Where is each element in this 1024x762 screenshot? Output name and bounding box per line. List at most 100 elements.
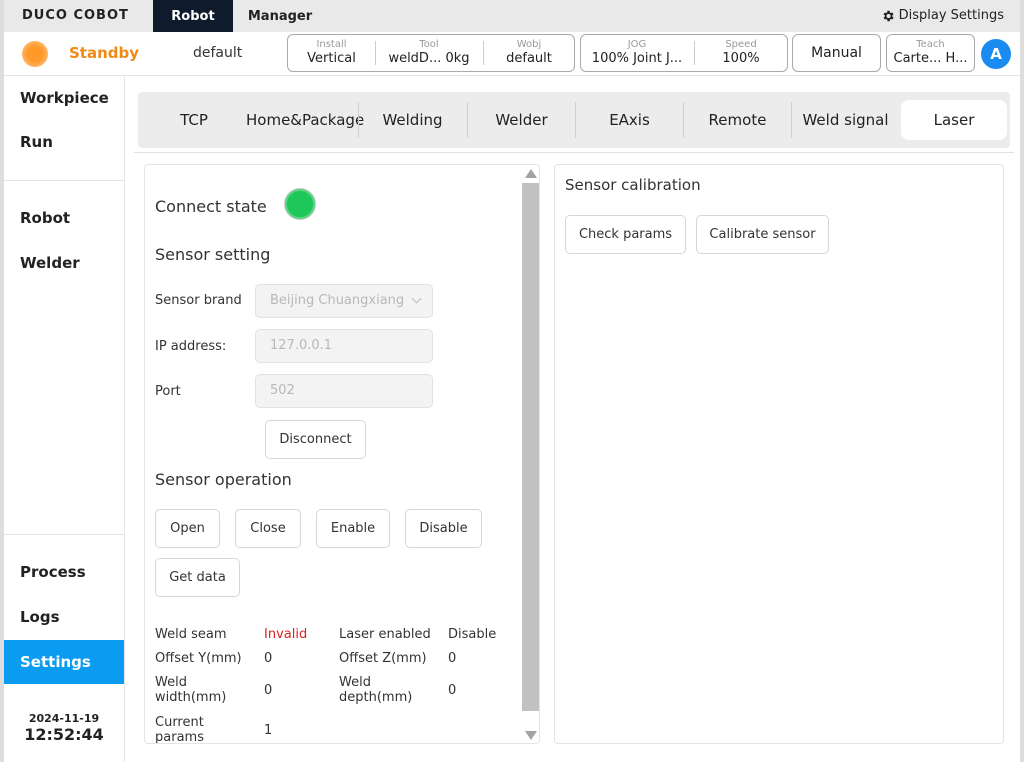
calibrate-sensor-button[interactable]: Calibrate sensor: [696, 215, 829, 254]
sidebar-item-workpiece[interactable]: Workpiece: [4, 76, 124, 120]
connect-state-indicator: [285, 189, 315, 219]
teach-cell: Teach Carte... H...: [887, 35, 974, 71]
tool-weight: 0kg: [445, 51, 470, 66]
sidebar-item-welder[interactable]: Welder: [4, 241, 124, 285]
weld-depth-label: Weld depth(mm): [339, 675, 413, 705]
mode-button[interactable]: Manual: [792, 34, 881, 72]
weld-width-label: Weld width(mm): [155, 675, 227, 705]
weld-width-value: 0: [264, 683, 273, 698]
sidebar-divider: [4, 534, 124, 535]
jog-caption: JOG: [627, 39, 647, 50]
teach-caption: Teach: [916, 39, 945, 50]
install-caption: Install: [316, 39, 347, 50]
chevron-down-icon: [411, 293, 422, 304]
speed-cell: Speed 100%: [695, 35, 787, 71]
sidebar-divider: [4, 180, 124, 181]
user-avatar[interactable]: A: [981, 39, 1011, 69]
tab-remote[interactable]: Remote: [684, 100, 791, 140]
enable-button[interactable]: Enable: [316, 509, 390, 548]
laser-enabled-label: Laser enabled: [339, 627, 431, 642]
status-bar: Standby default Install Vertical Tool we…: [4, 32, 1020, 76]
tool-value: weldD... 0kg: [376, 51, 482, 66]
offset-z-label: Offset Z(mm): [339, 651, 427, 666]
sensor-operation-title: Sensor operation: [155, 470, 292, 489]
port-input[interactable]: 502: [255, 374, 433, 408]
laser-settings-panel: Connect state Sensor setting Sensor bran…: [144, 164, 540, 744]
close-button[interactable]: Close: [235, 509, 301, 548]
offset-z-value: 0: [448, 651, 457, 666]
ip-address-input[interactable]: 127.0.0.1: [255, 329, 433, 363]
tab-welding[interactable]: Welding: [359, 100, 466, 140]
clock-time: 12:52:44: [24, 725, 104, 744]
clock: 2024-11-19 12:52:44: [4, 712, 124, 744]
settings-tabs: TCP Home&Package Welding Welder EAxis Re…: [138, 92, 1010, 148]
tool-cell: Tool weldD... 0kg: [376, 35, 482, 71]
sidebar: Workpiece Run Robot Welder Process Logs …: [4, 76, 125, 762]
scroll-thumb[interactable]: [522, 183, 539, 711]
jog-value: 100% Joint J...: [591, 51, 683, 66]
sidebar-item-run[interactable]: Run: [4, 120, 124, 164]
current-params-value: 1: [264, 723, 273, 738]
app-window: DUCO COBOT Robot Manager Display Setting…: [0, 0, 1024, 762]
content-divider: [134, 152, 1014, 153]
main-content: TCP Home&Package Welding Welder EAxis Re…: [134, 90, 1014, 762]
panel-scrollbar[interactable]: [521, 165, 539, 743]
tab-robot[interactable]: Robot: [153, 0, 233, 32]
tab-tcp[interactable]: TCP: [142, 100, 246, 140]
get-data-button[interactable]: Get data: [155, 558, 240, 597]
sensor-setting-title: Sensor setting: [155, 245, 271, 264]
sidebar-item-process[interactable]: Process: [4, 550, 124, 594]
teach-box[interactable]: Teach Carte... H...: [886, 34, 975, 72]
sidebar-item-robot[interactable]: Robot: [4, 196, 124, 240]
install-cell: Install Vertical: [288, 35, 375, 71]
open-button[interactable]: Open: [155, 509, 220, 548]
tool-caption: Tool: [419, 39, 439, 50]
tab-manager[interactable]: Manager: [240, 0, 320, 32]
weld-seam-label: Weld seam: [155, 627, 227, 642]
offset-y-value: 0: [264, 651, 273, 666]
wobj-value: default: [506, 51, 552, 66]
connect-state-label: Connect state: [155, 197, 267, 216]
profile-name: default: [193, 45, 243, 61]
robot-state-label: Standby: [69, 44, 140, 62]
tab-eaxis[interactable]: EAxis: [576, 100, 683, 140]
port-label: Port: [155, 384, 181, 399]
jog-cell: JOG 100% Joint J...: [581, 35, 693, 71]
speed-value: 100%: [722, 51, 760, 66]
tab-welder[interactable]: Welder: [468, 100, 575, 140]
sidebar-item-settings[interactable]: Settings: [4, 640, 124, 684]
wobj-caption: Wobj: [516, 39, 542, 50]
ip-address-label: IP address:: [155, 339, 227, 354]
tab-home-package[interactable]: Home&Package: [246, 100, 364, 140]
wobj-cell: Wobj default: [484, 35, 574, 71]
sidebar-item-logs[interactable]: Logs: [4, 595, 124, 639]
display-settings-label: Display Settings: [898, 8, 1004, 23]
robot-state-indicator: [22, 41, 48, 67]
sensor-brand-select[interactable]: Beijing Chuangxiang: [255, 284, 433, 318]
disconnect-button[interactable]: Disconnect: [265, 420, 366, 459]
jog-speed-box[interactable]: JOG 100% Joint J... Speed 100%: [580, 34, 788, 72]
speed-caption: Speed: [725, 39, 757, 50]
offset-y-label: Offset Y(mm): [155, 651, 242, 666]
tab-laser[interactable]: Laser: [901, 100, 1007, 140]
teach-value: Carte... H...: [893, 51, 968, 66]
sensor-calibration-panel: Sensor calibration Check params Calibrat…: [554, 164, 1004, 744]
brand-logo: DUCO COBOT: [22, 8, 129, 23]
tab-weld-signal[interactable]: Weld signal: [792, 100, 899, 140]
tool-name: weldD...: [388, 51, 442, 66]
sensor-calibration-title: Sensor calibration: [565, 176, 701, 194]
sensor-brand-label: Sensor brand: [155, 293, 242, 308]
install-value: Vertical: [307, 51, 356, 66]
top-bar: DUCO COBOT Robot Manager Display Setting…: [4, 0, 1020, 32]
check-params-button[interactable]: Check params: [565, 215, 686, 254]
laser-enabled-value: Disable: [448, 627, 497, 642]
weld-depth-value: 0: [448, 683, 457, 698]
disable-button[interactable]: Disable: [405, 509, 482, 548]
install-tool-wobj-box[interactable]: Install Vertical Tool weldD... 0kg Wobj …: [287, 34, 575, 72]
scroll-down-arrow-icon[interactable]: [525, 731, 537, 740]
display-settings-button[interactable]: Display Settings: [881, 8, 1004, 23]
weld-seam-value: Invalid: [264, 627, 308, 642]
scroll-up-arrow-icon[interactable]: [525, 169, 537, 178]
clock-date: 2024-11-19: [28, 712, 100, 725]
sensor-brand-value: Beijing Chuangxiang: [270, 293, 405, 308]
